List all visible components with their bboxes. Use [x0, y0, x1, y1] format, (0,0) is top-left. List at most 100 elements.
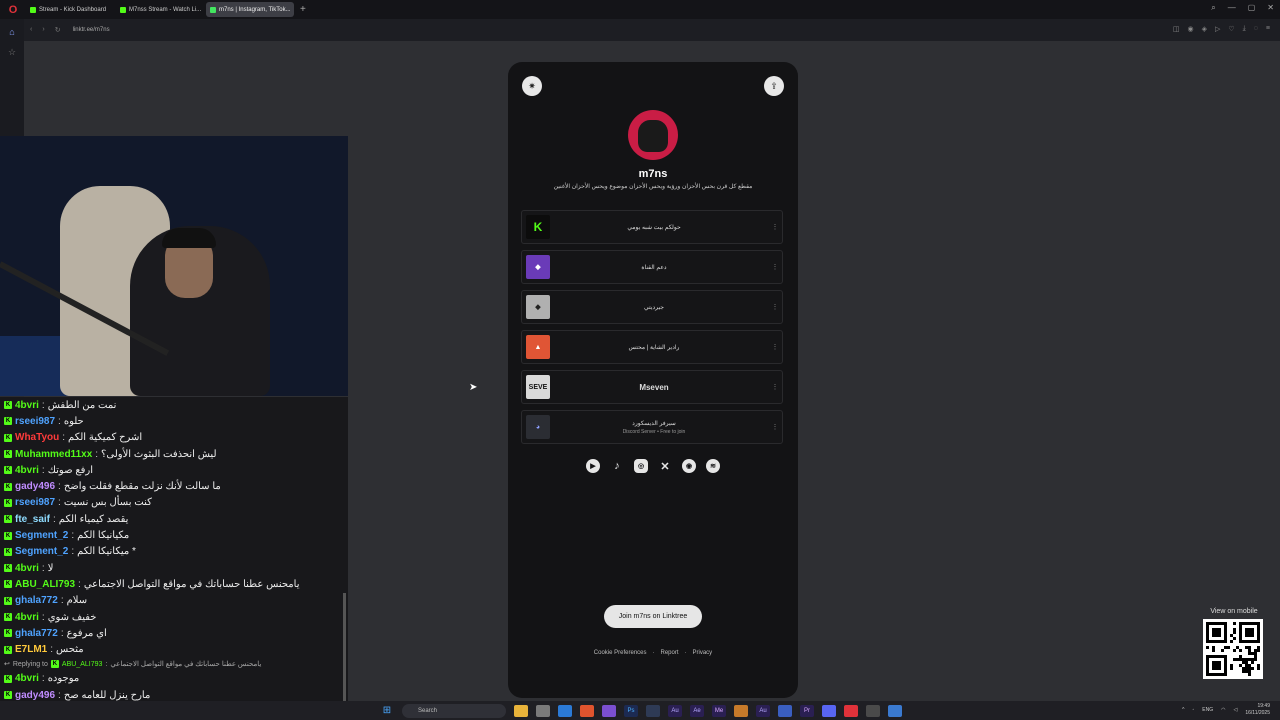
media-encoder-icon[interactable]: Me — [712, 704, 726, 717]
extension-icon[interactable]: ◫ — [1173, 25, 1180, 33]
star-icon[interactable]: ☆ — [0, 42, 24, 62]
photoshop-icon[interactable]: Ps — [624, 704, 638, 717]
chat-username[interactable]: ABU_ALI793 — [15, 579, 75, 590]
more-options-icon[interactable]: ⋮ — [768, 263, 782, 271]
after-effects-icon[interactable]: Ae — [690, 704, 704, 717]
share-icon[interactable]: ⇪ — [764, 76, 784, 96]
mseven-logo-icon: SEVE — [526, 375, 550, 399]
lock-icon[interactable]: ◌ — [1254, 25, 1258, 33]
brave-icon[interactable] — [580, 704, 594, 717]
more-options-icon[interactable]: ⋮ — [768, 343, 782, 351]
chat-username[interactable]: ghala772 — [15, 628, 58, 639]
kick-badge-icon: K — [4, 482, 12, 491]
windows-start-icon[interactable]: ⊞ — [380, 705, 394, 717]
chat-username[interactable]: 4bvri — [15, 612, 39, 623]
new-tab-button[interactable]: + — [300, 4, 306, 15]
chat-username[interactable]: gady496 — [15, 481, 55, 492]
reload-icon[interactable]: ↻ — [55, 26, 61, 34]
taskbar-search[interactable]: Search — [402, 703, 506, 718]
store-icon[interactable] — [536, 704, 550, 717]
cookie-preferences-link[interactable]: Cookie Preferences — [594, 650, 647, 656]
chat-message: K 4bvri: ارفع صوتك — [4, 464, 94, 476]
app-icon-3[interactable] — [866, 704, 880, 717]
youtube-icon[interactable]: ▶ — [586, 459, 600, 473]
more-options-icon[interactable]: ⋮ — [768, 223, 782, 231]
chat-username[interactable]: Segment_2 — [15, 546, 68, 557]
opera-taskbar-icon[interactable] — [844, 704, 858, 717]
clock[interactable]: 19:49 16/11/2025 — [1245, 703, 1270, 717]
chat-username[interactable]: 4bvri — [15, 563, 39, 574]
volume-icon[interactable]: ◁ — [1233, 707, 1237, 713]
search-icon[interactable]: ⌕ — [1211, 3, 1215, 13]
chat-username[interactable]: 4bvri — [15, 673, 39, 684]
audition-icon-2[interactable]: Au — [756, 704, 770, 717]
spotify-icon[interactable]: ≋ — [706, 459, 720, 473]
chat-scrollbar[interactable] — [343, 593, 346, 703]
blender-icon[interactable] — [734, 704, 748, 717]
tray-arrow-icon[interactable]: ^ — [1182, 707, 1184, 713]
chat-username[interactable]: rseei987 — [15, 497, 55, 508]
heart-icon[interactable]: ♡ — [1228, 25, 1234, 33]
x-icon[interactable]: ✕ — [658, 459, 672, 473]
camera-icon[interactable]: ◉ — [1187, 25, 1193, 33]
chat-username[interactable]: E7LM1 — [15, 644, 47, 655]
more-options-icon[interactable]: ⋮ — [768, 383, 782, 391]
link-button[interactable]: ▲ رادير الشاية | محتس ⋮ — [521, 330, 783, 364]
tray-app-icon[interactable]: ◦ — [1192, 707, 1194, 713]
discord-taskbar-icon[interactable] — [822, 704, 836, 717]
privacy-link[interactable]: Privacy — [693, 650, 713, 656]
link-button[interactable]: ◕ سيرفر الديسكورد Discord Server • Free t… — [521, 410, 783, 444]
tab-linktree[interactable]: m7ns | Instagram, TikTok... — [206, 2, 294, 17]
language-indicator[interactable]: ENG — [1202, 707, 1213, 713]
shield-icon[interactable]: ◈ — [1202, 25, 1207, 33]
wifi-icon[interactable]: ◠ — [1221, 707, 1225, 713]
instagram-icon[interactable]: ◎ — [634, 459, 648, 473]
chat-username[interactable]: fte_saif — [15, 514, 50, 525]
audition-icon[interactable]: Au — [668, 704, 682, 717]
chat-username[interactable]: Muhammed11xx — [15, 449, 92, 460]
opera-logo-icon[interactable]: O — [0, 0, 26, 19]
maximize-button[interactable]: ▢ — [1248, 3, 1256, 13]
join-linktree-button[interactable]: Join m7ns on Linktree — [604, 605, 702, 628]
link-button[interactable]: SEVE Mseven ⋮ — [521, 370, 783, 404]
report-link[interactable]: Report — [661, 650, 679, 656]
close-button[interactable]: ✕ — [1267, 3, 1274, 13]
tab-label: m7ns | Instagram, TikTok... — [219, 6, 291, 13]
back-icon[interactable]: ‹ — [30, 26, 32, 34]
link-button[interactable]: K حولكم بيت شبه يومي ⋮ — [521, 210, 783, 244]
tab-stream[interactable]: M7nss Stream - Watch Li... — [116, 2, 204, 17]
tiktok-icon[interactable]: ♪ — [610, 459, 624, 473]
chat-username[interactable]: gady496 — [15, 690, 55, 701]
chat-username[interactable]: 4bvri — [15, 400, 39, 411]
chat-username[interactable]: WhaTyou — [15, 432, 59, 443]
more-options-icon[interactable]: ⋮ — [768, 303, 782, 311]
play-icon[interactable]: ▷ — [1215, 25, 1220, 33]
premiere-icon[interactable]: Pr — [800, 704, 814, 717]
kick-logo-icon: K — [526, 215, 550, 239]
link-button[interactable]: ◆ دعم القناة ⋮ — [521, 250, 783, 284]
chat-username[interactable]: ghala772 — [15, 595, 58, 606]
app-icon[interactable] — [646, 704, 660, 717]
chat-username[interactable]: rseei987 — [15, 416, 55, 427]
tab-kick-dashboard[interactable]: Stream - Kick Dashboard — [26, 2, 114, 17]
url-field[interactable]: linktr.ee/m7ns — [73, 27, 110, 33]
steam-icon[interactable] — [888, 704, 902, 717]
chat-username[interactable]: Segment_2 — [15, 530, 68, 541]
theme-icon[interactable]: ✷ — [522, 76, 542, 96]
chat-message: K 4bvri: لا — [4, 562, 54, 574]
forward-icon[interactable]: › — [42, 26, 44, 34]
app-icon-2[interactable] — [778, 704, 792, 717]
chat-username[interactable]: 4bvri — [15, 465, 39, 476]
visual-studio-icon[interactable] — [602, 704, 616, 717]
home-icon[interactable]: ⌂ — [0, 22, 24, 42]
more-options-icon[interactable]: ⋮ — [768, 423, 782, 431]
file-explorer-icon[interactable] — [514, 704, 528, 717]
radar-logo-icon: ▲ — [526, 335, 550, 359]
menu-icon[interactable]: ≡ — [1266, 25, 1270, 33]
link-button[interactable]: ◆ جيرديتي ⋮ — [521, 290, 783, 324]
download-icon[interactable]: ⤓ — [1243, 25, 1246, 33]
minimize-button[interactable]: — — [1228, 3, 1236, 13]
podcast-icon[interactable]: ◉ — [682, 459, 696, 473]
kick-badge-icon: K — [4, 580, 12, 589]
vscode-icon[interactable] — [558, 704, 572, 717]
